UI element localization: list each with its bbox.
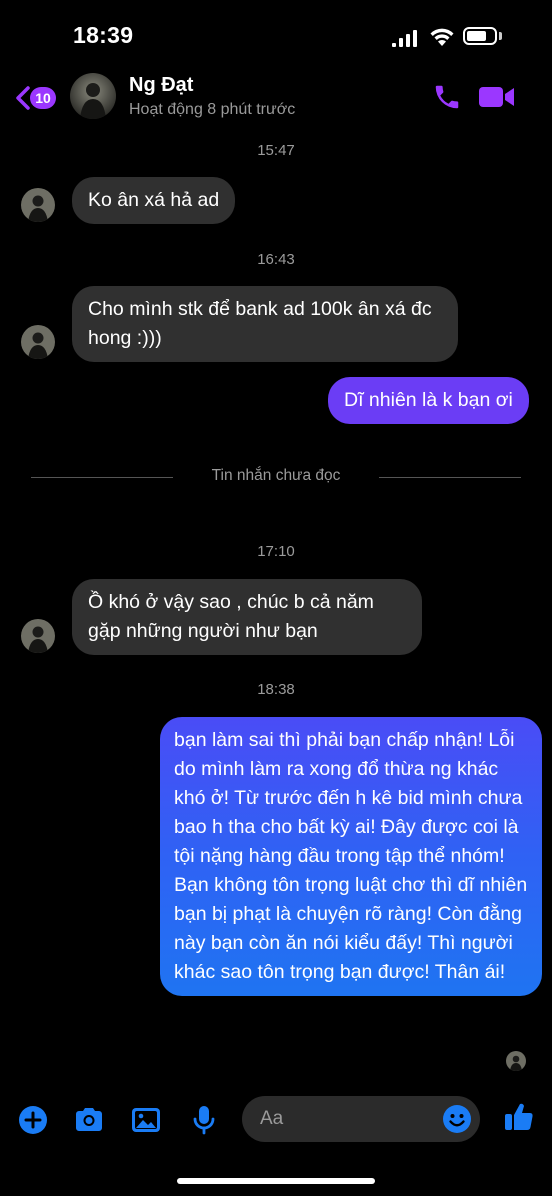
timestamp: 18:38 — [257, 681, 295, 698]
image-icon[interactable] — [130, 1104, 162, 1136]
message-avatar[interactable] — [21, 188, 55, 222]
seen-indicator-avatar — [506, 1051, 526, 1071]
timestamp: 16:43 — [257, 251, 295, 268]
signal-icon — [392, 30, 418, 47]
chat-header: 10 Ng Đạt Hoạt động 8 phút trước — [0, 70, 552, 126]
unread-divider-line-right — [379, 477, 521, 478]
video-camera-icon[interactable] — [478, 84, 516, 110]
status-bar: 18:39 — [0, 0, 552, 70]
thumbs-up-icon[interactable] — [503, 1101, 535, 1133]
timestamp: 17:10 — [257, 543, 295, 560]
home-indicator — [177, 1178, 375, 1184]
contact-name[interactable]: Ng Đạt — [129, 74, 193, 97]
microphone-icon[interactable] — [188, 1104, 220, 1136]
message-avatar[interactable] — [21, 619, 55, 653]
emoji-icon[interactable] — [442, 1104, 472, 1134]
message-input-placeholder: Aa — [260, 1108, 284, 1129]
message-bubble-outgoing[interactable]: bạn làm sai thì phải bạn chấp nhận! Lỗi … — [160, 717, 542, 996]
message-bubble-incoming[interactable]: Ồ khó ở vậy sao , chúc b cả năm gặp nhữn… — [72, 579, 422, 655]
message-input[interactable]: Aa — [242, 1096, 480, 1142]
unread-count-badge: 10 — [30, 87, 56, 109]
camera-icon[interactable] — [73, 1104, 105, 1136]
plus-icon[interactable] — [17, 1104, 49, 1136]
wifi-icon — [430, 28, 454, 46]
phone-icon[interactable] — [432, 82, 462, 112]
timestamp: 15:47 — [257, 142, 295, 159]
message-bubble-incoming[interactable]: Ko ân xá hả ad — [72, 177, 236, 224]
message-avatar[interactable] — [21, 325, 55, 359]
contact-avatar[interactable] — [70, 73, 116, 119]
message-bubble-incoming[interactable]: Cho mình stk để bank ad 100k ân xá đc ho… — [72, 286, 458, 362]
message-bubble-outgoing[interactable]: Dĩ nhiên là k bạn ơi — [328, 377, 529, 424]
status-time: 18:39 — [73, 22, 134, 48]
message-composer: Aa — [0, 1090, 552, 1150]
contact-active-status: Hoạt động 8 phút trước — [129, 101, 296, 118]
unread-divider-label: Tin nhắn chưa đọc — [211, 467, 341, 484]
battery-icon — [463, 27, 497, 45]
back-button[interactable]: 10 — [14, 84, 64, 112]
battery-tip — [499, 32, 502, 40]
